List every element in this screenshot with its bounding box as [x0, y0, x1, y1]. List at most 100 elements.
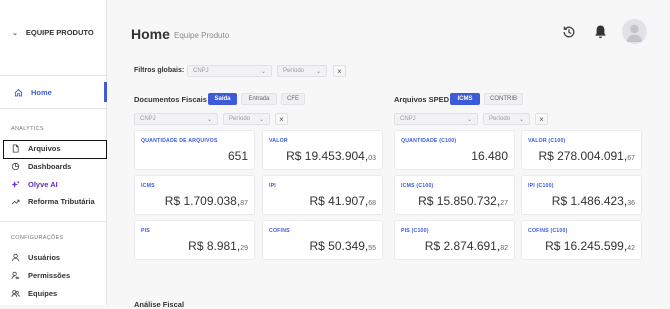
card-value: R$ 8.981,29: [188, 239, 248, 253]
sped-section-title: Arquivos SPED: [394, 95, 450, 104]
card-label: PIS (C100): [401, 228, 429, 234]
card-value: R$ 1.486.423,36: [551, 194, 635, 208]
sidebar-item-label: Equipes: [28, 289, 58, 298]
card-label: ICMS (C100): [401, 183, 434, 189]
card-icms-c100: ICMS (C100) R$ 15.850.732,27: [394, 175, 515, 215]
sidebar-item-label: Olyve AI: [28, 180, 58, 189]
page-title: Home: [131, 26, 170, 42]
card-value: R$ 41.907,68: [309, 194, 376, 208]
chevron-down-icon: ⌄: [258, 116, 264, 123]
bell-icon[interactable]: [593, 24, 608, 40]
pie-chart-icon: [11, 162, 20, 171]
sidebar-item-label: Dashboards: [28, 162, 72, 171]
user-icon: [11, 253, 20, 262]
section-label-analytics: ANALYTICS: [11, 126, 44, 132]
close-icon: ×: [279, 114, 284, 124]
chevron-down-icon: ⌄: [260, 68, 266, 75]
card-label: COFINS (C100): [528, 228, 568, 234]
chevron-down-icon: ⌄: [466, 116, 472, 123]
card-cofins-c100: COFINS (C100) R$ 16.245.599,42: [521, 220, 642, 260]
card-value: R$ 50.349,55: [309, 239, 376, 253]
fiscal-period-select[interactable]: Período ⌄: [223, 113, 270, 125]
focus-outline: [3, 140, 107, 159]
avatar[interactable]: [622, 19, 647, 44]
history-icon[interactable]: [561, 24, 577, 40]
chevron-down-icon: ⌄: [206, 116, 212, 123]
team-name: EQUIPE PRODUTO: [25, 28, 94, 37]
clear-sped-filters-button[interactable]: ×: [535, 113, 548, 125]
card-pis: PIS R$ 8.981,29: [134, 220, 255, 260]
card-label: ICMS: [141, 183, 155, 189]
sidebar-item-equipes[interactable]: Equipes: [11, 289, 57, 298]
card-label: IPI (C100): [528, 183, 554, 189]
main-content: Home Equipe Produto Filtros globais: CNP…: [107, 0, 670, 309]
card-quantidade-c100: QUANTIDADE (C100) 16.480: [394, 130, 515, 170]
card-cofins: COFINS R$ 50.349,55: [262, 220, 383, 260]
sidebar-item-usuarios[interactable]: Usuários: [11, 253, 60, 262]
card-quantidade-arquivos: QUANTIDADE DE ARQUIVOS 651: [134, 130, 255, 170]
card-label: IPI: [269, 183, 276, 189]
card-value: R$ 15.850.732,27: [418, 194, 508, 208]
tab-icms[interactable]: ICMS: [450, 93, 480, 105]
card-label: PIS: [141, 228, 150, 234]
divider: [0, 221, 107, 222]
global-cnpj-select[interactable]: CNPJ ⌄: [187, 65, 272, 77]
card-value: R$ 2.874.691,82: [424, 239, 508, 253]
tab-entrada[interactable]: Entrada: [241, 93, 277, 105]
period-placeholder: Período: [283, 68, 305, 74]
divider: [0, 75, 107, 76]
card-valor: VALOR R$ 19.453.904,03: [262, 130, 383, 170]
chevron-down-icon: ⌄: [12, 29, 18, 37]
sidebar-item-olyve-ai[interactable]: Olyve AI: [11, 180, 58, 189]
card-label: COFINS: [269, 228, 290, 234]
users-icon: [11, 290, 20, 297]
global-period-select[interactable]: Período ⌄: [277, 65, 327, 77]
sidebar-item-home[interactable]: Home: [14, 88, 52, 97]
user-key-icon: [11, 271, 20, 280]
tab-saida[interactable]: Saída: [208, 93, 237, 105]
card-pis-c100: PIS (C100) R$ 2.874.691,82: [394, 220, 515, 260]
sped-cnpj-select[interactable]: CNPJ ⌄: [394, 113, 478, 125]
divider: [0, 108, 107, 109]
sidebar-item-permissoes[interactable]: Permissões: [11, 271, 70, 280]
clear-fiscal-filters-button[interactable]: ×: [275, 113, 288, 125]
trend-icon: [11, 199, 20, 205]
card-icms: ICMS R$ 1.709.038,87: [134, 175, 255, 215]
period-placeholder: Período: [229, 116, 251, 122]
sparkle-icon: [11, 180, 20, 189]
card-value: R$ 1.709.038,87: [164, 194, 248, 208]
page-subtitle: Equipe Produto: [174, 31, 230, 40]
tab-contrib[interactable]: CONTRIB: [484, 93, 523, 105]
card-label: VALOR (C100): [528, 138, 566, 144]
sped-period-select[interactable]: Período ⌄: [483, 113, 530, 125]
card-label: QUANTIDADE (C100): [401, 138, 457, 144]
team-selector[interactable]: ⌄ EQUIPE PRODUTO: [12, 28, 94, 37]
sidebar-item-label: Reforma Tributária: [28, 197, 95, 206]
card-value: 651: [227, 149, 248, 163]
card-ipi-c100: IPI (C100) R$ 1.486.423,36: [521, 175, 642, 215]
card-value: R$ 16.245.599,42: [545, 239, 635, 253]
card-value: R$ 19.453.904,03: [286, 149, 376, 163]
sidebar-item-label: Permissões: [28, 271, 71, 280]
global-filters-label: Filtros globais:: [134, 67, 185, 74]
tab-cfe[interactable]: CFE: [281, 93, 305, 105]
card-value: 16.480: [471, 149, 508, 163]
card-label: VALOR: [269, 138, 288, 144]
chevron-down-icon: ⌄: [518, 116, 524, 123]
card-value: R$ 278.004.091,67: [538, 149, 635, 163]
sidebar-item-reforma-tributaria[interactable]: Reforma Tributária: [11, 197, 95, 206]
card-ipi: IPI R$ 41.907,68: [262, 175, 383, 215]
section-label-configuracoes: CONFIGURAÇÕES: [11, 235, 64, 241]
cnpj-placeholder: CNPJ: [400, 116, 416, 122]
clear-global-filters-button[interactable]: ×: [333, 65, 346, 77]
sidebar-item-dashboards[interactable]: Dashboards: [11, 162, 71, 171]
card-label: QUANTIDADE DE ARQUIVOS: [141, 138, 218, 144]
close-icon: ×: [337, 66, 342, 76]
fiscal-cnpj-select[interactable]: CNPJ ⌄: [134, 113, 218, 125]
cnpj-placeholder: CNPJ: [193, 68, 209, 74]
card-valor-c100: VALOR (C100) R$ 278.004.091,67: [521, 130, 642, 170]
period-placeholder: Período: [489, 116, 511, 122]
fiscal-section-title: Documentos Fiscais: [134, 95, 207, 104]
user-avatar-icon: [626, 24, 643, 42]
home-icon: [14, 89, 23, 97]
